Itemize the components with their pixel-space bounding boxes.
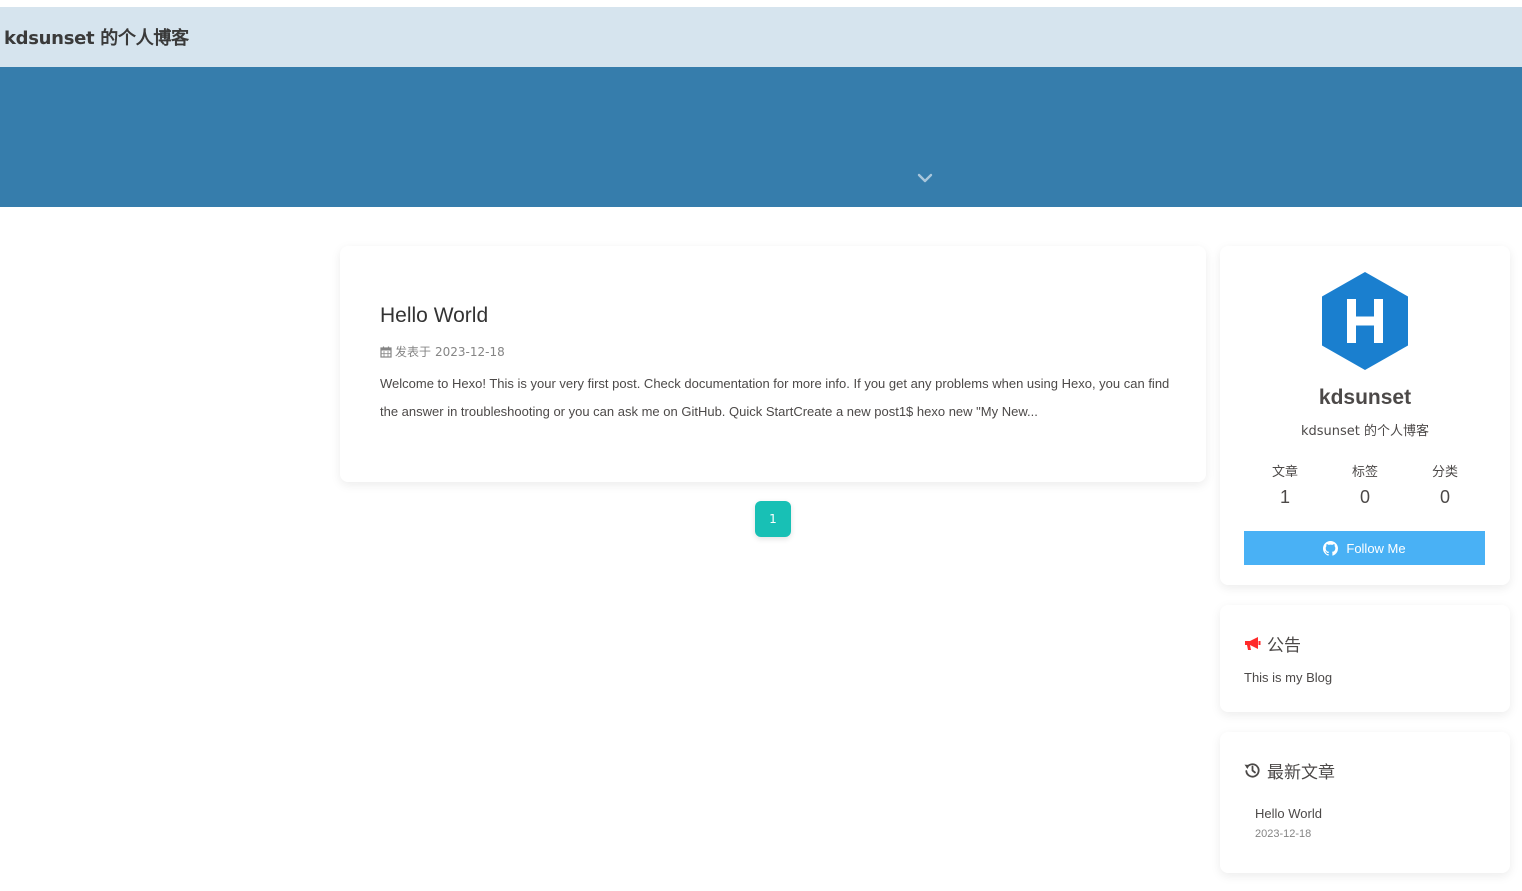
post-title-link[interactable]: Hello World — [380, 304, 488, 328]
header-banner — [0, 67, 1522, 207]
hexo-logo-icon — [1322, 272, 1408, 370]
stat-value: 0 — [1439, 487, 1450, 507]
recent-posts-card: 最新文章 Hello World 2023-12-18 — [1220, 732, 1510, 873]
recent-post-title-link[interactable]: Hello World — [1255, 806, 1322, 821]
post-card: Hello World 发表于 2023-12-18 Welcome to He… — [340, 246, 1206, 482]
notice-text: This is my Blog — [1244, 670, 1333, 685]
notice-heading: 公告 — [1244, 631, 1301, 656]
calendar-icon — [380, 346, 392, 358]
chevron-down-icon — [917, 173, 933, 183]
stat-value: 1 — [1279, 487, 1290, 507]
follow-me-label: Follow Me — [1346, 540, 1406, 556]
notice-card: 公告 This is my Blog — [1220, 605, 1510, 712]
post-date: 2023-12-18 — [435, 344, 505, 359]
navbar: kdsunset 的个人博客 — [0, 7, 1522, 67]
stat-value: 0 — [1359, 487, 1370, 507]
top-strip — [0, 0, 1522, 7]
stat-tags[interactable]: 标签 0 — [1325, 461, 1405, 508]
stat-categories[interactable]: 分类 0 — [1405, 461, 1485, 508]
site-name-link[interactable]: kdsunset 的个人博客 — [4, 24, 189, 50]
recent-post-item: Hello World 2023-12-18 — [1255, 803, 1322, 840]
stat-label: 分类 — [1431, 465, 1458, 480]
post-meta: 发表于 2023-12-18 — [380, 343, 505, 360]
scroll-down-button[interactable] — [914, 169, 936, 187]
notice-heading-label: 公告 — [1267, 636, 1301, 656]
pagination-current-page[interactable]: 1 — [755, 501, 791, 537]
post-meta-label: 发表于 — [395, 345, 432, 359]
author-card: kdsunset kdsunset 的个人博客 文章 1 标签 0 分类 0 F… — [1220, 246, 1510, 585]
post-excerpt: Welcome to Hexo! This is your very first… — [380, 376, 1170, 419]
bullhorn-icon — [1245, 637, 1261, 650]
author-stats: 文章 1 标签 0 分类 0 — [1245, 461, 1485, 508]
history-icon — [1244, 763, 1260, 778]
recent-posts-heading-label: 最新文章 — [1267, 763, 1335, 783]
github-icon — [1323, 540, 1339, 556]
recent-post-date: 2023-12-18 — [1255, 828, 1312, 840]
follow-me-button[interactable]: Follow Me — [1244, 531, 1485, 565]
author-name: kdsunset — [1318, 386, 1412, 409]
avatar[interactable] — [1320, 270, 1410, 376]
author-description: kdsunset 的个人博客 — [1300, 424, 1430, 439]
recent-posts-heading: 最新文章 — [1244, 758, 1335, 783]
stat-label: 文章 — [1271, 465, 1298, 480]
stat-label: 标签 — [1351, 465, 1378, 480]
stat-posts[interactable]: 文章 1 — [1245, 461, 1325, 508]
